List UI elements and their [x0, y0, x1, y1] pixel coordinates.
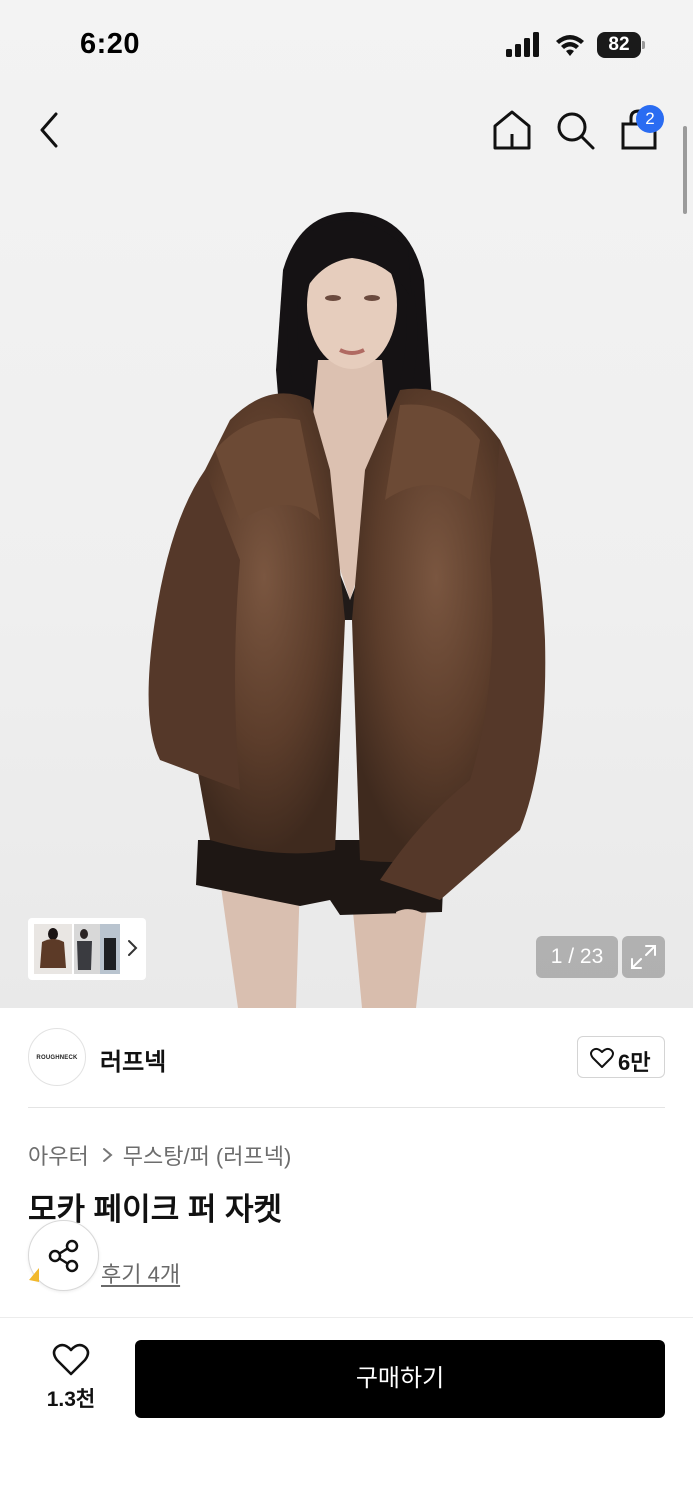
brand-like-count: 6만: [618, 1050, 651, 1075]
buy-button[interactable]: 구매하기: [135, 1340, 665, 1418]
wishlist-count: 1.3천: [46, 1388, 96, 1411]
expand-icon: [631, 945, 656, 969]
search-icon[interactable]: [553, 108, 597, 152]
status-bar: 6:20 82: [0, 0, 693, 92]
scroll-indicator: [683, 126, 687, 214]
battery-level: 82: [597, 32, 641, 58]
chevron-right-icon: [102, 1148, 113, 1162]
breadcrumb: 아우터 무스탕/퍼 (러프넥): [28, 1139, 291, 1169]
cart-count-badge: 2: [636, 105, 664, 133]
image-page-counter: 1 / 23: [536, 936, 618, 978]
bottom-bar-divider: [0, 1317, 693, 1318]
share-icon: [48, 1239, 79, 1273]
status-time: 6:20: [80, 28, 141, 60]
expand-button[interactable]: [622, 936, 665, 978]
review-link[interactable]: 후기 4개: [101, 1257, 180, 1289]
wishlist-heart-icon[interactable]: [52, 1343, 90, 1377]
home-icon[interactable]: [490, 108, 534, 152]
divider: [28, 1107, 665, 1108]
star-icon: [29, 1268, 39, 1282]
back-icon[interactable]: [30, 108, 70, 152]
breadcrumb-category[interactable]: 아우터: [28, 1139, 89, 1171]
signal-icon: [506, 32, 539, 57]
brand-logo[interactable]: ROUGHNECK: [28, 1028, 86, 1086]
brand-like-button[interactable]: 6만: [577, 1036, 665, 1078]
chevron-right-icon: [128, 940, 138, 956]
thumbnail-2: [74, 924, 100, 974]
thumbnail-1: [34, 924, 72, 974]
battery-cap: [642, 41, 645, 49]
wifi-icon: [556, 35, 584, 56]
brand-name[interactable]: 러프넥: [100, 1042, 166, 1077]
thumbnail-strip[interactable]: [28, 918, 146, 980]
battery-icon: 82: [597, 32, 645, 58]
breadcrumb-subcategory[interactable]: 무스탕/퍼 (러프넥): [123, 1139, 292, 1171]
thumbnail-3: [100, 924, 120, 974]
heart-icon: [590, 1047, 614, 1068]
